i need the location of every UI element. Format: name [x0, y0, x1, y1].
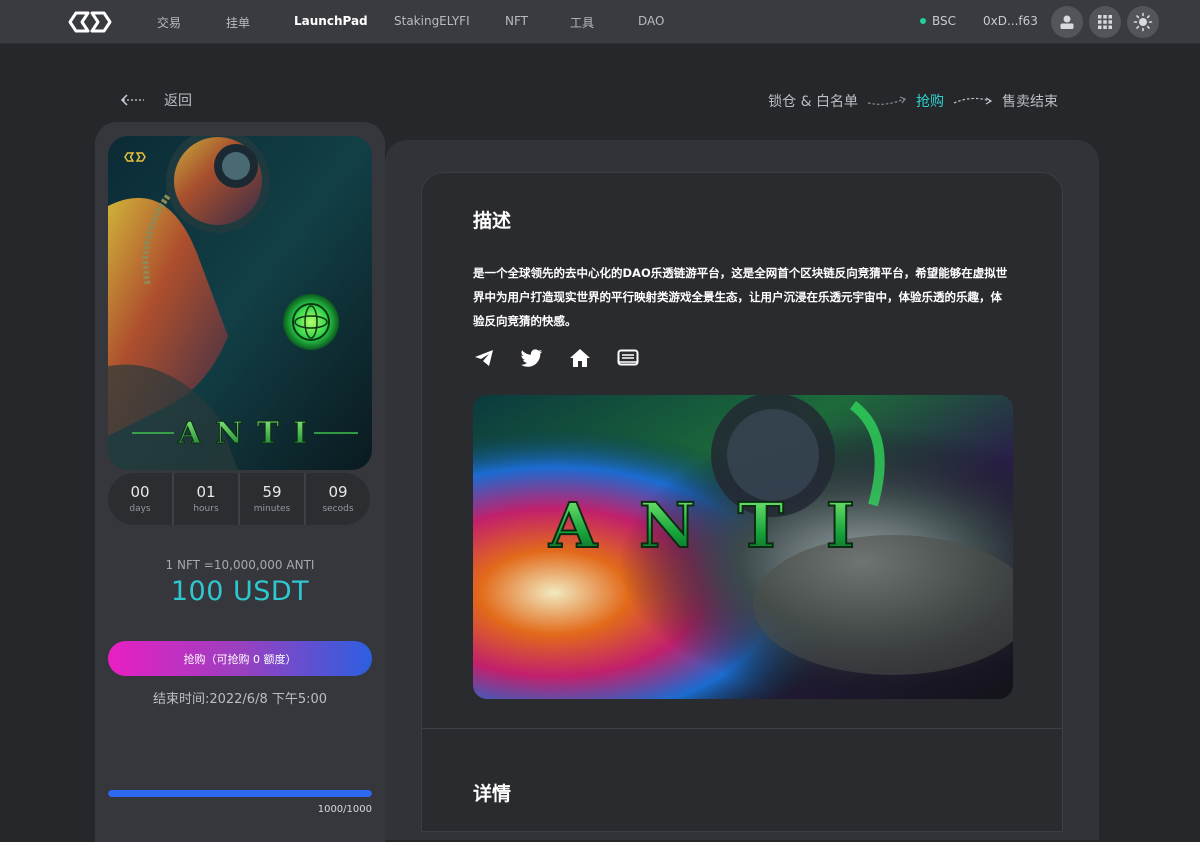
sale-progress-fill [108, 790, 372, 797]
network-status-dot [920, 18, 926, 24]
book-icon [617, 349, 639, 366]
details-title: 详情 [473, 783, 512, 805]
poster-image: ANTI [108, 136, 372, 470]
arrow-left-icon [120, 94, 144, 106]
poster-title: ANTI [177, 416, 321, 451]
logo-icon[interactable] [66, 10, 114, 34]
countdown-unit: days [129, 504, 151, 514]
step-connector-icon [953, 97, 993, 105]
sale-panel: ANTI 00 days 01 hours 59 minutes 09 seco… [95, 122, 385, 842]
countdown-timer: 00 days 01 hours 59 minutes 09 secods [108, 473, 370, 525]
nav-item-orders[interactable]: 挂单 [226, 14, 250, 31]
nav-item-staking[interactable]: StakingELYFI [394, 14, 470, 28]
exchange-rate: 1 NFT =10,000,000 ANTI [165, 558, 315, 572]
countdown-value: 59 [262, 483, 282, 501]
telegram-link[interactable] [473, 347, 495, 369]
nav-item-nft[interactable]: NFT [505, 14, 528, 28]
countdown-value: 01 [196, 483, 216, 501]
telegram-icon [475, 350, 493, 366]
end-time: 结束时间:2022/6/8 下午5:00 [152, 692, 328, 707]
description-title: 描述 [473, 210, 512, 232]
countdown-unit: hours [193, 504, 219, 514]
step-whitelist: 锁仓 & 白名单 [768, 94, 858, 110]
back-button[interactable]: 返回 [120, 90, 192, 110]
step-purchase: 抢购 [916, 94, 944, 110]
countdown-minutes: 59 minutes [240, 473, 306, 525]
docs-link[interactable] [617, 347, 639, 369]
nav-item-tools[interactable]: 工具 [570, 14, 594, 31]
social-links [473, 347, 639, 369]
user-icon [1060, 15, 1074, 29]
description-text: 是一个全球领先的去中心化的DAO乐透链游平台，这是全网首个区块链反向竞猜平台，希… [473, 266, 1008, 328]
theme-toggle-button[interactable] [1127, 6, 1159, 38]
user-button[interactable] [1051, 6, 1083, 38]
nav-item-launchpad[interactable]: LaunchPad [294, 14, 368, 28]
twitter-link[interactable] [521, 347, 543, 369]
sale-steps: 锁仓 & 白名单 抢购 售卖结束 [768, 91, 1058, 111]
step-sale-ended: 售卖结束 [1002, 94, 1058, 110]
step-connector-icon [867, 96, 906, 105]
nft-poster: ANTI [108, 136, 372, 470]
countdown-value: 00 [130, 483, 150, 501]
banner-title: ANTI [548, 489, 897, 562]
countdown-unit: secods [322, 504, 354, 514]
top-nav: 交易 挂单 LaunchPad StakingELYFI NFT 工具 DAO … [0, 0, 1200, 44]
nav-item-trade[interactable]: 交易 [157, 14, 181, 31]
countdown-hours: 01 hours [174, 473, 240, 525]
network-selector[interactable]: BSC [920, 14, 956, 28]
sun-icon [1133, 12, 1153, 32]
grid-icon [1098, 15, 1112, 29]
apps-button[interactable] [1089, 6, 1121, 38]
home-icon [570, 349, 590, 367]
countdown-unit: minutes [253, 504, 291, 514]
countdown-seconds: 09 secods [306, 473, 370, 525]
sale-progress-text: 1000/1000 [317, 804, 372, 815]
countdown-days: 00 days [108, 473, 174, 525]
banner-image: ANTI [473, 395, 1013, 699]
countdown-value: 09 [328, 483, 348, 501]
price: 100 USDT [170, 576, 310, 607]
description-card: 描述 是一个全球领先的去中心化的DAO乐透链游平台，这是全网首个区块链反向竞猜平… [421, 172, 1063, 832]
network-label: BSC [932, 14, 957, 28]
buy-button[interactable]: 抢购（可抢购 0 额度） [108, 641, 372, 676]
back-label: 返回 [164, 93, 192, 109]
sale-progress-bar [108, 790, 372, 797]
twitter-icon [521, 349, 543, 367]
wallet-address[interactable]: 0xD...f63 [983, 14, 1038, 28]
nav-item-dao[interactable]: DAO [638, 14, 664, 28]
section-divider [422, 728, 1062, 729]
website-link[interactable] [569, 347, 591, 369]
project-banner: ANTI [473, 395, 1013, 699]
